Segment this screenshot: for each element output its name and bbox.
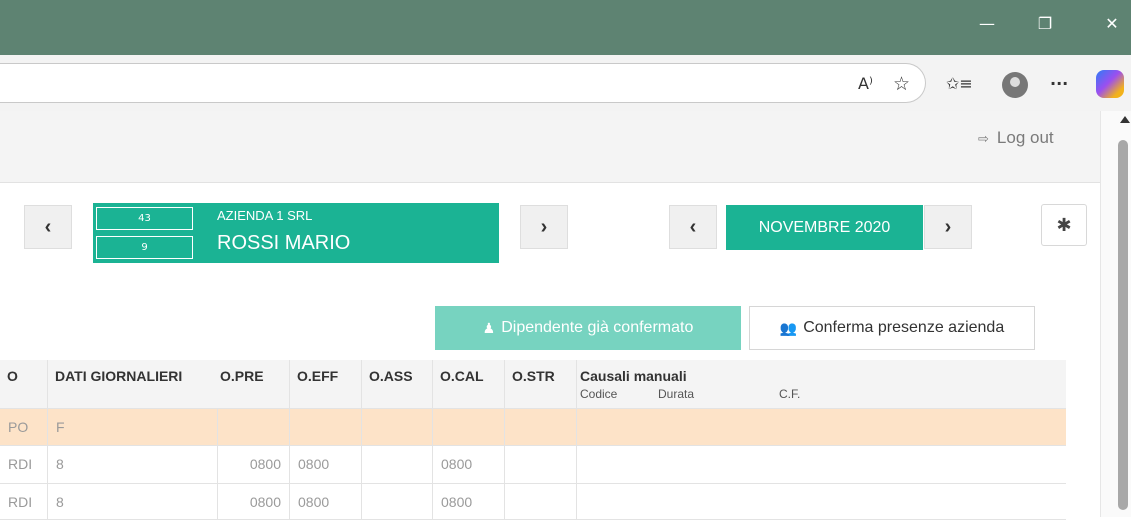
cell-oeff [290,409,362,445]
confirm-company-attendance-label: Conferma presenze azienda [803,319,1005,336]
close-button[interactable]: ✕ [1097,14,1127,33]
col-header-durata: Durata [658,387,695,401]
next-employee-button[interactable]: › [520,205,568,249]
employee-confirmed-label: Dipendente già confermato [501,319,694,336]
cell-opre: 0800 [218,446,290,483]
employee-name: ROSSI MARIO [217,232,351,254]
col-header-dati: DATI GIORNALIERI [55,368,183,384]
cell-ocal [433,409,505,445]
favorites-list-icon[interactable]: ✩≡ [946,74,973,93]
next-month-button[interactable]: › [924,205,972,249]
cell-oeff: 0800 [290,484,362,519]
copilot-icon[interactable] [1096,70,1124,98]
col-header-cf: C.F. [779,387,801,401]
cell-oass [362,409,433,445]
company-name: AZIENDA 1 SRL [217,208,313,223]
cell-oass [362,484,433,519]
month-selector[interactable]: NOVEMBRE 2020 [726,205,923,250]
scroll-up-arrow-icon[interactable] [1120,116,1130,123]
prev-employee-button[interactable]: ‹ [24,205,72,249]
table-row[interactable]: PO F [0,409,1066,446]
cell-ostr [505,409,577,445]
cell-oass [362,446,433,483]
cell-ocal: 0800 [433,484,505,519]
scrollbar-thumb[interactable] [1118,140,1128,510]
col-header-ostr: O.STR [505,360,577,408]
cell-opre [218,409,290,445]
cell-type: PO [0,409,48,445]
user-icon: ♟ [482,319,496,336]
prev-month-button[interactable]: ‹ [669,205,717,249]
month-label: NOVEMBRE 2020 [758,218,891,236]
cell-opre: 0800 [218,484,290,519]
employee-code: 9 [96,236,193,259]
table-header-row: O DATI GIORNALIERI O.PRE O.EFF O.ASS O.C… [0,360,1066,409]
col-header-causali: Causali manuali Codice Durata C.F. [577,360,1066,408]
col-header-o: O [0,360,48,408]
restore-button[interactable]: ❐ [1030,14,1060,33]
logout-label: Log out [996,128,1054,147]
employee-confirmed-button[interactable]: ♟ Dipendente già confermato [435,306,741,350]
confirm-company-attendance-button[interactable]: 👥 Conferma presenze azienda [749,306,1035,350]
cell-ostr [505,484,577,519]
table-row[interactable]: RDI 8 0800 0800 0800 [0,446,1066,484]
logout-icon: ⇨ [978,131,989,146]
cell-dati: 8 [48,484,218,519]
col-header-ocal: O.CAL [433,360,505,408]
logout-link[interactable]: ⇨ Log out [978,128,1054,148]
col-header-codice: Codice [580,387,618,401]
gear-icon: ✱ [1056,214,1072,236]
employee-selector[interactable]: 43 9 AZIENDA 1 SRL ROSSI MARIO [93,203,499,263]
settings-button[interactable]: ✱ [1041,204,1087,246]
cell-dati: 8 [48,446,218,483]
cell-causali [577,409,1066,445]
users-icon: 👥 [779,319,798,336]
company-code: 43 [96,207,193,230]
cell-causali [577,446,1066,483]
browser-title-bar: — ❐ ✕ [0,0,1131,55]
cell-ocal: 0800 [433,446,505,483]
app-header [0,111,1100,183]
col-header-opre: O.PRE [218,360,290,408]
table-row[interactable]: RDI 8 0800 0800 0800 [0,484,1066,520]
cell-causali [577,484,1066,519]
profile-avatar[interactable] [1002,72,1028,98]
col-header-oass: O.ASS [362,360,433,408]
cell-dati: F [48,409,218,445]
minimize-button[interactable]: — [972,14,1002,33]
address-bar[interactable] [0,63,926,103]
read-aloud-icon[interactable]: A⁾ [858,74,873,93]
more-menu-icon[interactable]: ··· [1050,74,1068,93]
cell-ostr [505,446,577,483]
causali-label: Causali manuali [580,368,687,384]
col-header-oeff: O.EFF [290,360,362,408]
cell-type: RDI [0,484,48,519]
cell-oeff: 0800 [290,446,362,483]
cell-type: RDI [0,446,48,483]
favorite-star-icon[interactable]: ☆ [893,73,910,95]
